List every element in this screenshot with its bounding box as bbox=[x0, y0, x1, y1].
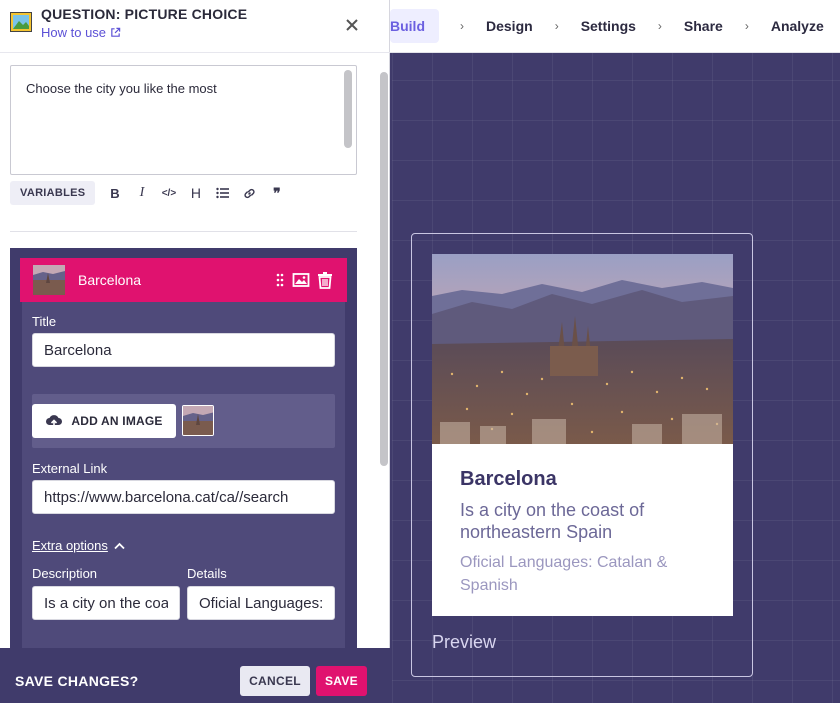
code-button[interactable]: </> bbox=[155, 181, 182, 205]
nav-step-share[interactable]: Share bbox=[677, 9, 730, 43]
list-button[interactable] bbox=[209, 181, 236, 205]
title-input[interactable] bbox=[32, 333, 335, 367]
nav-step-build[interactable]: Build bbox=[390, 9, 439, 43]
external-link-label: External Link bbox=[32, 461, 108, 476]
format-toolbar: VARIABLES B I </> H ❞ bbox=[10, 181, 290, 205]
choice-item-container: Barcelona Title Barcelona ADD AN IMAGE E… bbox=[10, 248, 357, 648]
editor-scrollbar[interactable] bbox=[344, 70, 352, 148]
link-icon bbox=[244, 188, 256, 198]
nav-step-analyze[interactable]: Analyze bbox=[764, 9, 831, 43]
nav-separator: › bbox=[657, 19, 662, 33]
how-to-use-label: How to use bbox=[41, 25, 107, 40]
save-button[interactable]: SAVE bbox=[316, 666, 367, 696]
preview-frame: Barcelona Is a city on the coast of nort… bbox=[411, 233, 753, 677]
close-icon bbox=[346, 19, 358, 31]
cloud-upload-icon bbox=[46, 415, 63, 428]
preview-card[interactable]: Barcelona Is a city on the coast of nort… bbox=[432, 254, 733, 616]
save-changes-prompt: SAVE CHANGES? bbox=[15, 673, 139, 689]
code-icon: </> bbox=[161, 187, 177, 199]
panel-title: QUESTION: PICTURE CHOICE bbox=[41, 6, 248, 22]
description-label: Description bbox=[32, 566, 98, 581]
image-upload-area: ADD AN IMAGE bbox=[32, 394, 335, 448]
save-changes-bar: SAVE CHANGES? CANCEL SAVE bbox=[0, 648, 392, 703]
details-input[interactable] bbox=[187, 586, 335, 620]
quote-icon: ❞ bbox=[273, 184, 281, 201]
question-text: Choose the city you like the most bbox=[26, 81, 217, 96]
link-button[interactable] bbox=[236, 181, 263, 205]
italic-button[interactable]: I bbox=[128, 181, 155, 205]
preview-description: Is a city on the coast of northeastern S… bbox=[460, 500, 645, 542]
uploaded-image-preview bbox=[183, 406, 213, 435]
top-navigation: Build › Design › Settings › Share › Anal… bbox=[390, 0, 840, 53]
bold-icon: B bbox=[110, 185, 120, 201]
panel-scrollbar-thumb[interactable] bbox=[380, 72, 388, 466]
heading-icon: H bbox=[190, 185, 202, 201]
image-icon[interactable] bbox=[291, 270, 311, 290]
bold-button[interactable]: B bbox=[101, 181, 128, 205]
question-panel: QUESTION: PICTURE CHOICE How to use Choo… bbox=[0, 0, 390, 703]
chevron-up-icon bbox=[114, 542, 125, 549]
uploaded-image-thumbnail[interactable] bbox=[182, 405, 214, 436]
nav-step-settings[interactable]: Settings bbox=[574, 9, 643, 43]
how-to-use-link[interactable]: How to use bbox=[41, 25, 121, 40]
add-image-label: ADD AN IMAGE bbox=[71, 414, 163, 428]
nav-step-design[interactable]: Design bbox=[479, 9, 540, 43]
details-label: Details bbox=[187, 566, 227, 581]
trash-icon[interactable] bbox=[315, 270, 335, 290]
nav-separator: › bbox=[460, 19, 464, 33]
preview-label: Preview bbox=[432, 632, 497, 652]
close-button[interactable] bbox=[340, 13, 364, 37]
external-link-icon bbox=[111, 27, 121, 37]
choice-header[interactable]: Barcelona bbox=[20, 258, 347, 302]
drag-handle-icon[interactable] bbox=[270, 270, 290, 290]
italic-icon: I bbox=[139, 185, 145, 200]
choice-name: Barcelona bbox=[78, 272, 142, 288]
extra-options-label: Extra options bbox=[32, 538, 108, 553]
picture-choice-icon bbox=[10, 12, 32, 32]
description-input[interactable] bbox=[32, 586, 180, 620]
add-image-button[interactable]: ADD AN IMAGE bbox=[32, 404, 176, 438]
question-text-editor[interactable]: Choose the city you like the most bbox=[10, 65, 357, 175]
cancel-button[interactable]: CANCEL bbox=[240, 666, 310, 696]
heading-button[interactable]: H bbox=[182, 181, 209, 205]
preview-details: Oficial Languages: Catalan & Spanish bbox=[460, 554, 668, 594]
external-link-input[interactable] bbox=[32, 480, 335, 514]
choice-thumbnail bbox=[33, 265, 65, 295]
city-photo bbox=[432, 254, 733, 444]
nav-separator: › bbox=[744, 19, 749, 33]
variables-button[interactable]: VARIABLES bbox=[10, 181, 96, 205]
choice-fields: Title ADD AN IMAGE bbox=[22, 302, 345, 648]
nav-separator: › bbox=[554, 19, 559, 33]
list-icon bbox=[216, 187, 230, 199]
panel-header: QUESTION: PICTURE CHOICE How to use bbox=[0, 0, 390, 53]
extra-options-toggle[interactable]: Extra options bbox=[32, 538, 125, 553]
preview-title: Barcelona bbox=[460, 468, 557, 490]
section-divider bbox=[10, 231, 357, 232]
title-label: Title bbox=[32, 314, 57, 329]
quote-button[interactable]: ❞ bbox=[263, 181, 290, 205]
